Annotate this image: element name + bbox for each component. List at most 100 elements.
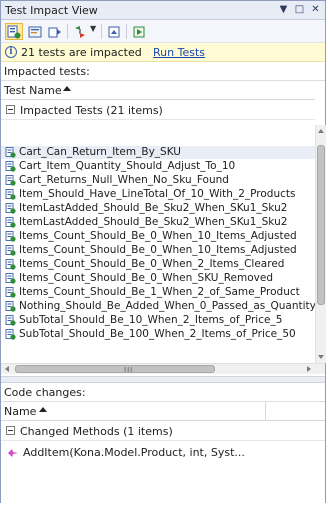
info-icon: i [5,46,17,58]
test-row[interactable]: ItemLastAdded_Should_Be_Sku2_When_SKu1_S… [1,216,315,229]
impacted-tests-icon [7,25,21,38]
changed-methods-group-label: Changed Methods (1 items) [20,425,173,438]
test-name: SubTotal_Should_Be_10_When_2_Items_of_Pr… [19,314,283,326]
sort-ascending-icon [63,86,71,91]
toolbar-separator [126,24,127,39]
test-row[interactable]: ItemLastAdded_Should_Be_Sku2_When_SKu1_S… [1,202,315,215]
scroll-up-arrow-icon[interactable] [318,129,324,133]
test-flask-icon [5,329,16,340]
test-name-header-label: Test Name [4,84,62,97]
test-name: ItemLastAdded_Should_Be_Sku2_When_SKu1_S… [19,216,288,228]
pin-icon[interactable]: □ [294,3,305,17]
test-name: SubTotal_Should_Be_100_When_2_Items_of_P… [19,328,296,340]
test-name: Items_Count_Should_Be_0_When_2_Items_Cle… [19,258,285,270]
impacted-tests-group-label: Impacted Tests (21 items) [20,104,163,117]
tests-affected-button[interactable] [46,23,64,40]
test-flask-icon [5,147,16,158]
code-changes-label: Code changes: [1,383,325,402]
scroll-down-arrow-icon[interactable] [318,355,324,359]
method-name: AddItem(Kona.Model.Product, int, Syst... [23,446,245,459]
title-bar[interactable]: Test Impact View ▼ □ ✕ [1,1,325,20]
collapse-toggle-icon[interactable] [6,105,15,114]
code-changes-pane: Code changes: Name Changed Methods (1 it… [1,383,325,503]
test-row[interactable]: Items_Count_Should_Be_0_When_10_Items_Ad… [1,230,315,243]
test-name: Items_Count_Should_Be_0_When_SKU_Removed [19,272,274,284]
window-menu-chevron-down-icon[interactable]: ▼ [278,3,289,17]
test-flask-icon [5,231,16,242]
refresh-button[interactable] [105,23,123,40]
pane-splitter[interactable] [1,376,325,383]
test-flask-icon [5,287,16,298]
code-changes-icon [28,26,42,37]
test-name: Items_Count_Should_Be_0_When_10_Items_Ad… [19,244,297,256]
impacted-tests-label: Impacted tests: [1,62,325,81]
method-icon [8,449,18,457]
filter-button[interactable] [71,23,89,40]
test-flask-icon [5,273,16,284]
method-row[interactable]: AddItem(Kona.Model.Product, int, Syst... [1,443,325,463]
impacted-tests-button[interactable] [5,23,23,40]
tests-affected-icon [48,27,61,37]
toolbar-separator [101,24,102,39]
impacted-count-message: 21 tests are impacted [21,46,142,59]
tests-horizontal-scrollbar[interactable]: III [1,363,325,374]
impact-info-bar: i 21 tests are impacted Run Tests [1,43,325,62]
test-row[interactable]: Item_Should_Have_LineTotal_Of_10_With_2_… [1,188,315,201]
test-row[interactable]: SubTotal_Should_Be_100_When_2_Items_of_P… [1,328,315,341]
refresh-icon [108,26,120,37]
close-icon[interactable]: ✕ [310,3,321,17]
test-name-column-header[interactable]: Test Name [1,81,315,100]
test-flask-icon [5,301,16,312]
filter-icon [75,25,85,38]
test-flask-icon [5,245,16,256]
test-name: Cart_Can_Return_Item_By_SKU [19,146,181,158]
collapse-toggle-icon[interactable] [6,426,15,435]
test-name: Item_Should_Have_LineTotal_Of_10_With_2_… [19,188,296,200]
name-header-label: Name [4,405,37,418]
test-flask-icon [5,259,16,270]
changed-methods-group[interactable]: Changed Methods (1 items) [1,422,325,441]
horizontal-scroll-thumb[interactable]: III [15,365,215,374]
test-row[interactable]: Items_Count_Should_Be_0_When_2_Items_Cle… [1,258,315,271]
window-title: Test Impact View [5,4,98,17]
test-flask-icon [5,203,16,214]
test-name: Items_Count_Should_Be_0_When_10_Items_Ad… [19,230,297,242]
test-row[interactable]: Items_Count_Should_Be_1_When_2_of_Same_P… [1,286,315,299]
toolbar-separator [67,24,68,39]
code-changes-button[interactable] [26,23,44,40]
sort-ascending-icon [39,407,47,412]
window-controls: ▼ □ ✕ [278,3,321,17]
filter-chevron-down-icon[interactable]: ▼ [90,24,96,33]
test-row[interactable]: Cart_Item_Quantity_Should_Adjust_To_10 [1,160,315,173]
test-name: Nothing_Should_Be_Added_When_0_Passed_as… [19,300,315,312]
scroll-left-arrow-icon[interactable] [5,366,9,372]
test-row[interactable]: Cart_Returns_Null_When_No_Sku_Found [1,174,315,187]
test-row[interactable]: Cart_Can_Return_Item_By_SKU [1,146,315,159]
test-flask-icon [5,161,16,172]
test-row[interactable]: Items_Count_Should_Be_0_When_SKU_Removed [1,272,315,285]
tests-vertical-scrollbar[interactable] [315,125,326,363]
scroll-right-arrow-icon[interactable] [307,366,311,372]
scroll-thumb[interactable] [317,145,325,305]
test-flask-icon [5,315,16,326]
test-name: Items_Count_Should_Be_1_When_2_of_Same_P… [19,286,300,298]
toolbar: ▼ [1,20,325,43]
test-name: ItemLastAdded_Should_Be_Sku2_When_SKu1_S… [19,202,288,214]
test-name: Cart_Item_Quantity_Should_Adjust_To_10 [19,160,236,172]
impacted-tests-list: Cart_Can_Return_Item_By_SKU Cart_Item_Qua… [1,144,315,348]
run-tests-link[interactable]: Run Tests [153,46,205,59]
test-flask-icon [5,217,16,228]
column-divider[interactable] [265,402,266,421]
name-column-header[interactable]: Name [1,402,325,421]
test-flask-icon [5,175,16,186]
test-row[interactable]: SubTotal_Should_Be_10_When_2_Items_of_Pr… [1,314,315,327]
test-row[interactable]: Items_Count_Should_Be_0_When_10_Items_Ad… [1,244,315,257]
settings-icon [133,26,145,37]
test-impact-window: Test Impact View ▼ □ ✕ ▼ i 21 tests are … [0,0,326,503]
test-row[interactable]: Nothing_Should_Be_Added_When_0_Passed_as… [1,300,315,313]
test-name: Cart_Returns_Null_When_No_Sku_Found [19,174,229,186]
scroll-grip: III [124,366,134,374]
test-flask-icon [5,189,16,200]
settings-button[interactable] [130,23,148,40]
impacted-tests-group[interactable]: Impacted Tests (21 items) [1,101,315,120]
